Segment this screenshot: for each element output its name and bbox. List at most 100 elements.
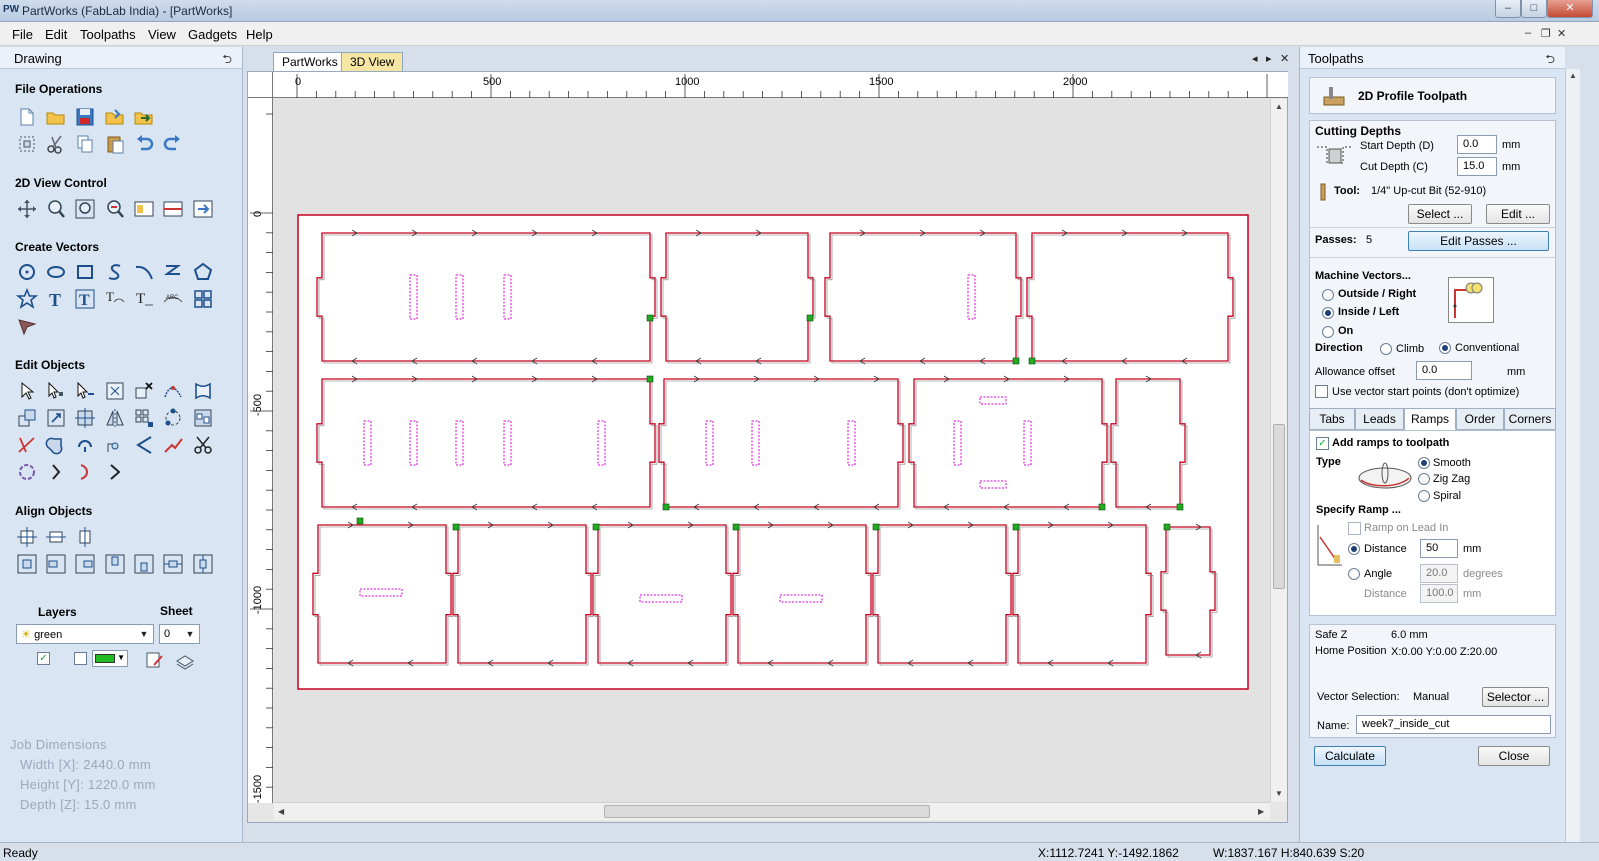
tab-corners[interactable]: Corners [1504, 408, 1556, 430]
start-node[interactable] [1176, 503, 1184, 511]
extend-icon[interactable] [162, 434, 184, 456]
menu-edit[interactable]: Edit [45, 27, 67, 42]
layer-lock-checkbox[interactable] [74, 652, 87, 665]
tab-close-icon[interactable]: ✕ [1280, 52, 1289, 65]
convert-curve-icon[interactable] [74, 461, 96, 483]
calculate-button[interactable]: Calculate [1314, 746, 1386, 766]
toolpath-name-input[interactable]: week7_inside_cut [1356, 715, 1551, 734]
text-box-icon[interactable]: T [74, 288, 96, 310]
horizontal-scrollbar[interactable]: ◀ ▶ [274, 802, 1270, 820]
ramp-distance-input[interactable]: 50 [1420, 539, 1458, 558]
start-depth-input[interactable]: 0.0 [1457, 135, 1497, 154]
node-edit-icon[interactable] [45, 380, 67, 402]
text-icon[interactable]: T [45, 288, 67, 310]
vector-start-checkbox[interactable] [1315, 385, 1328, 398]
rectangle-icon[interactable] [74, 261, 96, 283]
layer-select[interactable]: ☀ green ▼ [16, 624, 154, 644]
trim-icon[interactable] [16, 434, 38, 456]
star-icon[interactable] [16, 288, 38, 310]
selector-button[interactable]: Selector ... [1482, 687, 1549, 707]
text-on-curve-icon[interactable]: T [104, 288, 126, 310]
align-h-page-icon[interactable] [162, 553, 184, 575]
minimize-button[interactable]: – [1495, 0, 1521, 18]
block-copy-icon[interactable] [133, 407, 155, 429]
add-ramps-checkbox[interactable]: ✓ [1316, 437, 1329, 450]
convert-line-icon[interactable] [104, 461, 126, 483]
align-center-icon[interactable] [16, 526, 38, 548]
edit-passes-button[interactable]: Edit Passes ... [1408, 231, 1549, 251]
select-tool-button[interactable]: Select ... [1408, 204, 1472, 224]
align-page-center-icon[interactable] [16, 553, 38, 575]
menu-toolpaths[interactable]: Toolpaths [80, 27, 136, 42]
import-icon[interactable] [133, 106, 155, 128]
scale-icon[interactable] [45, 407, 67, 429]
start-node[interactable] [1012, 523, 1020, 531]
distance-radio[interactable] [1348, 543, 1360, 555]
toolpaths-scrollbar[interactable]: ▲ [1565, 69, 1580, 842]
tab-partworks[interactable]: PartWorks [273, 52, 347, 71]
interactive-select-icon[interactable] [104, 380, 126, 402]
redo-icon[interactable] [162, 133, 184, 155]
scissors-icon[interactable] [192, 434, 214, 456]
polygon-icon[interactable] [192, 261, 214, 283]
scroll-down-icon[interactable]: ▼ [1275, 789, 1283, 798]
save-icon[interactable] [74, 106, 96, 128]
start-node[interactable] [356, 517, 364, 525]
open-recent-icon[interactable] [104, 106, 126, 128]
scroll-up-icon[interactable]: ▲ [1275, 102, 1283, 111]
close-window-button[interactable]: ✕ [1547, 0, 1593, 18]
nest-icon[interactable] [192, 407, 214, 429]
view-3d-icon[interactable] [192, 198, 214, 220]
start-node[interactable] [1098, 503, 1106, 511]
draw-tool-icon[interactable] [16, 315, 38, 337]
layer-properties-icon[interactable] [144, 649, 166, 671]
curve-icon[interactable] [104, 261, 126, 283]
convert-arc-icon[interactable] [45, 461, 67, 483]
offset-icon[interactable] [133, 434, 155, 456]
close-vector-icon[interactable] [16, 461, 38, 483]
start-node[interactable] [806, 314, 814, 322]
layer-color-picker[interactable]: ▼ [92, 650, 128, 667]
close-button[interactable]: Close [1478, 746, 1550, 766]
maximize-button[interactable]: □ [1521, 0, 1547, 18]
allowance-input[interactable]: 0.0 [1416, 361, 1472, 380]
zigzag-radio[interactable] [1418, 473, 1430, 485]
align-right-icon[interactable] [74, 553, 96, 575]
start-node[interactable] [662, 503, 670, 511]
join-icon[interactable] [74, 434, 96, 456]
start-node[interactable] [1012, 357, 1020, 365]
inside-left-radio[interactable] [1322, 307, 1334, 319]
spiral-radio[interactable] [1418, 490, 1430, 502]
delete-nodes-icon[interactable] [133, 380, 155, 402]
angle-radio[interactable] [1348, 568, 1360, 580]
sheet-select[interactable]: 0 ▼ [159, 624, 200, 644]
transform-select-icon[interactable] [74, 380, 96, 402]
max-distance-input[interactable]: 100.0 [1420, 584, 1458, 603]
vertical-scrollbar[interactable]: ▲ ▼ [1270, 99, 1287, 802]
edit-tool-button[interactable]: Edit ... [1486, 204, 1550, 224]
menu-help[interactable]: Help [246, 27, 273, 42]
start-node[interactable] [592, 523, 600, 531]
pan-icon[interactable] [16, 198, 38, 220]
align-top-icon[interactable] [104, 553, 126, 575]
start-node[interactable] [872, 523, 880, 531]
paste-icon[interactable] [104, 133, 126, 155]
on-radio[interactable] [1322, 326, 1334, 338]
mdi-minimize-button[interactable]: – [1525, 27, 1531, 39]
weld-icon[interactable] [45, 434, 67, 456]
ramp-angle-input[interactable]: 20.0 [1420, 564, 1458, 583]
tab-tabs[interactable]: Tabs [1309, 408, 1355, 430]
center-icon[interactable] [74, 407, 96, 429]
arc-icon[interactable] [133, 261, 155, 283]
start-node[interactable] [452, 523, 460, 531]
align-bottom-icon[interactable] [133, 553, 155, 575]
menu-file[interactable]: File [12, 27, 33, 42]
select-pointer-icon[interactable] [16, 380, 38, 402]
circle-icon[interactable] [16, 261, 38, 283]
align-horizontal-center-icon[interactable] [45, 526, 67, 548]
grid-array-icon[interactable] [192, 288, 214, 310]
climb-radio[interactable] [1380, 343, 1392, 355]
zoom-box-icon[interactable] [45, 198, 67, 220]
align-left-icon[interactable] [45, 553, 67, 575]
menu-gadgets[interactable]: Gadgets [188, 27, 237, 42]
